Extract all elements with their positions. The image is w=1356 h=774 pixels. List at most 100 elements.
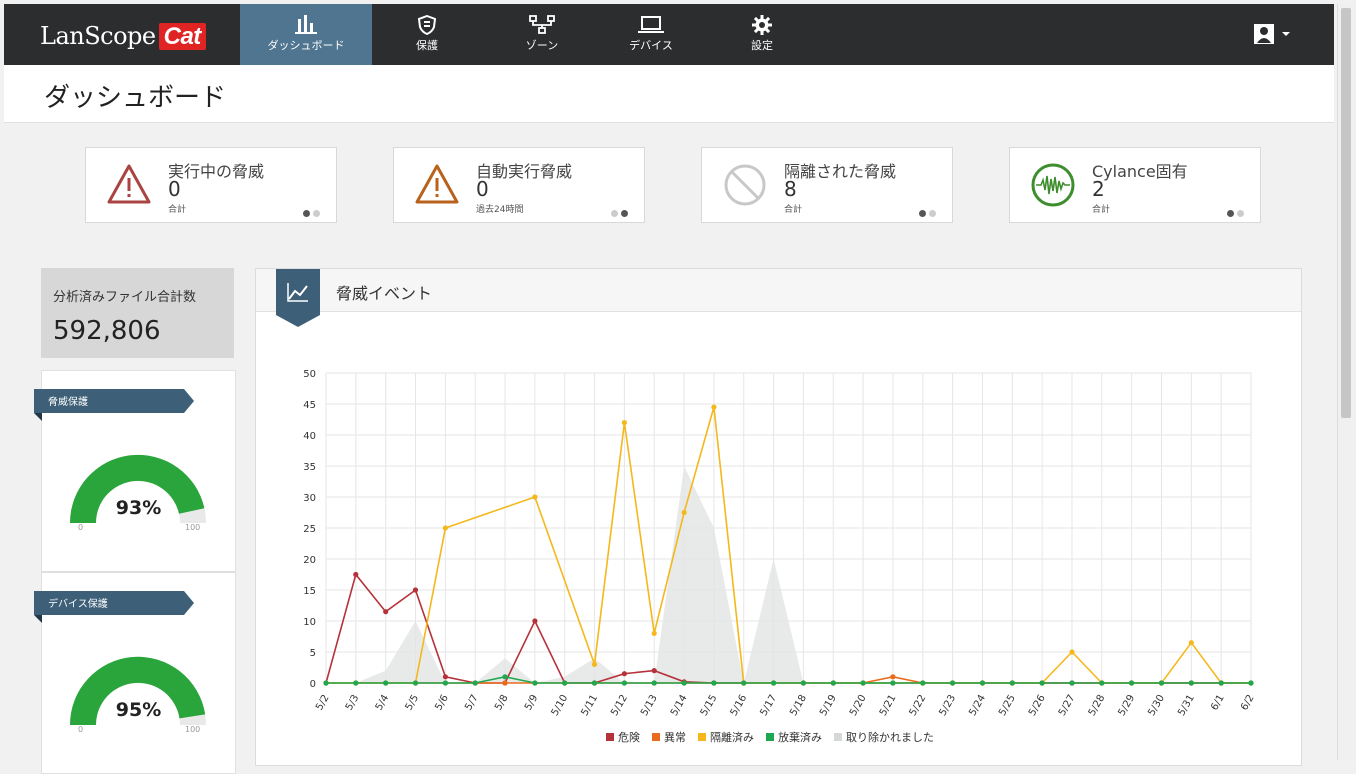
- x-tick-label: 5/9: [523, 693, 541, 712]
- x-tick-label: 5/10: [550, 693, 571, 718]
- nav-dashboard-label: ダッシュボード: [267, 39, 345, 52]
- data-point: [860, 680, 866, 686]
- carousel-dots[interactable]: [608, 202, 628, 221]
- nav-protection-label: 保護: [416, 39, 438, 52]
- y-tick-label: 10: [303, 617, 316, 628]
- x-tick-label: 5/3: [344, 693, 362, 712]
- data-point: [1158, 680, 1165, 686]
- nav-devices-label: デバイス: [629, 39, 673, 52]
- blocked-icon: [724, 164, 766, 206]
- x-tick-label: 6/2: [1239, 693, 1257, 712]
- stat-card-cylance-unique[interactable]: Cylance固有 2 合計: [1009, 147, 1261, 223]
- threat-protection-card: 脅威保護 93% 0 100: [34, 370, 236, 572]
- data-point: [681, 680, 687, 686]
- legend-swatch: [698, 733, 706, 741]
- nav-devices[interactable]: デバイス: [620, 4, 682, 65]
- x-tick-label: 5/21: [878, 693, 899, 718]
- gauge-max: 100: [185, 523, 201, 532]
- x-tick-label: 5/24: [967, 693, 988, 718]
- network-icon: [529, 15, 555, 34]
- stat-card-autorun-threats[interactable]: 自動実行脅威 0 過去24時間: [393, 147, 645, 223]
- data-point: [621, 420, 627, 426]
- stat-sub: 過去24時間: [476, 205, 524, 215]
- warning-icon: [415, 164, 459, 204]
- y-tick-label: 5: [310, 648, 316, 659]
- nav-zone-label: ゾーン: [525, 39, 559, 52]
- x-tick-label: 5/16: [729, 693, 750, 718]
- x-tick-label: 5/23: [937, 693, 958, 718]
- data-point: [323, 680, 329, 686]
- gauge-max: 100: [185, 725, 201, 734]
- y-tick-label: 45: [303, 400, 316, 411]
- stat-value: 0: [476, 177, 489, 201]
- data-point: [1009, 680, 1015, 686]
- analyzed-files-label: 分析済みファイル合計数: [53, 290, 197, 305]
- nav-dashboard[interactable]: ダッシュボード: [240, 4, 372, 65]
- y-tick-label: 15: [303, 586, 316, 597]
- data-point: [383, 609, 389, 615]
- carousel-dots[interactable]: [916, 202, 936, 221]
- data-point: [1069, 649, 1075, 655]
- legend-label: 異常: [664, 731, 686, 744]
- data-point: [1099, 680, 1105, 686]
- x-tick-label: 5/5: [404, 693, 422, 712]
- waveform-icon: [1031, 163, 1075, 207]
- logo[interactable]: LanScope Cat: [40, 22, 206, 51]
- data-point: [532, 680, 538, 686]
- laptop-icon: [638, 16, 664, 33]
- data-point: [621, 671, 627, 677]
- carousel-dots[interactable]: [300, 202, 320, 221]
- x-tick-label: 5/18: [788, 693, 809, 718]
- nav-zone[interactable]: ゾーン: [512, 4, 572, 65]
- x-tick-label: 5/30: [1146, 693, 1167, 718]
- x-tick-label: 5/22: [908, 693, 929, 718]
- x-tick-label: 5/8: [493, 693, 511, 712]
- data-point: [651, 630, 657, 636]
- x-tick-label: 5/26: [1027, 693, 1048, 718]
- legend-label: 放棄済み: [778, 730, 822, 744]
- data-point: [353, 571, 359, 578]
- data-point: [681, 509, 687, 516]
- x-tick-label: 5/6: [433, 693, 451, 712]
- legend-label: 取り除かれました: [846, 730, 934, 744]
- analyzed-files-card: 分析済みファイル合計数 592,806: [41, 268, 234, 358]
- legend-swatch: [652, 733, 660, 741]
- gear-icon: [752, 15, 772, 35]
- x-tick-label: 5/20: [848, 693, 869, 718]
- scrollbar-thumb[interactable]: [1341, 8, 1351, 418]
- data-point: [1248, 680, 1254, 686]
- nav-settings-label: 設定: [751, 39, 773, 52]
- legend-swatch: [834, 733, 842, 741]
- nav-protection[interactable]: 保護: [399, 4, 455, 65]
- x-tick-label: 5/28: [1087, 693, 1108, 718]
- stat-card-quarantined-threats[interactable]: 隔離された脅威 8 合計: [701, 147, 953, 223]
- top-nav: LanScope Cat ダッシュボード 保護 ゾーン デバイス 設定: [4, 4, 1334, 65]
- page-scrollbar[interactable]: [1337, 4, 1356, 760]
- data-point: [621, 680, 627, 686]
- page-title: ダッシュボード: [44, 83, 227, 113]
- data-point: [1188, 680, 1194, 686]
- user-menu[interactable]: [1254, 24, 1294, 48]
- legend-swatch: [606, 733, 614, 741]
- carousel-dots[interactable]: [1224, 202, 1244, 221]
- stat-card-active-threats[interactable]: 実行中の脅威 0 合計: [85, 147, 337, 223]
- data-point: [412, 587, 419, 593]
- device-protection-ribbon: デバイス保護: [34, 591, 194, 623]
- y-tick-label: 35: [303, 462, 316, 473]
- data-point: [920, 680, 926, 686]
- data-point: [890, 674, 896, 680]
- data-point: [383, 680, 389, 686]
- data-point: [591, 661, 598, 667]
- data-point: [830, 680, 836, 686]
- data-point: [651, 668, 657, 674]
- y-tick-label: 25: [303, 524, 316, 535]
- x-tick-label: 5/7: [463, 693, 481, 712]
- data-point: [412, 680, 419, 686]
- nav-settings[interactable]: 設定: [738, 4, 786, 65]
- data-point: [1129, 680, 1135, 686]
- caret-down-icon: [1282, 32, 1290, 36]
- data-point: [1218, 680, 1224, 686]
- device-protection-card: デバイス保護 95% 0 100: [34, 572, 236, 774]
- x-tick-label: 5/13: [639, 693, 660, 718]
- gauge-value: 95%: [115, 699, 162, 721]
